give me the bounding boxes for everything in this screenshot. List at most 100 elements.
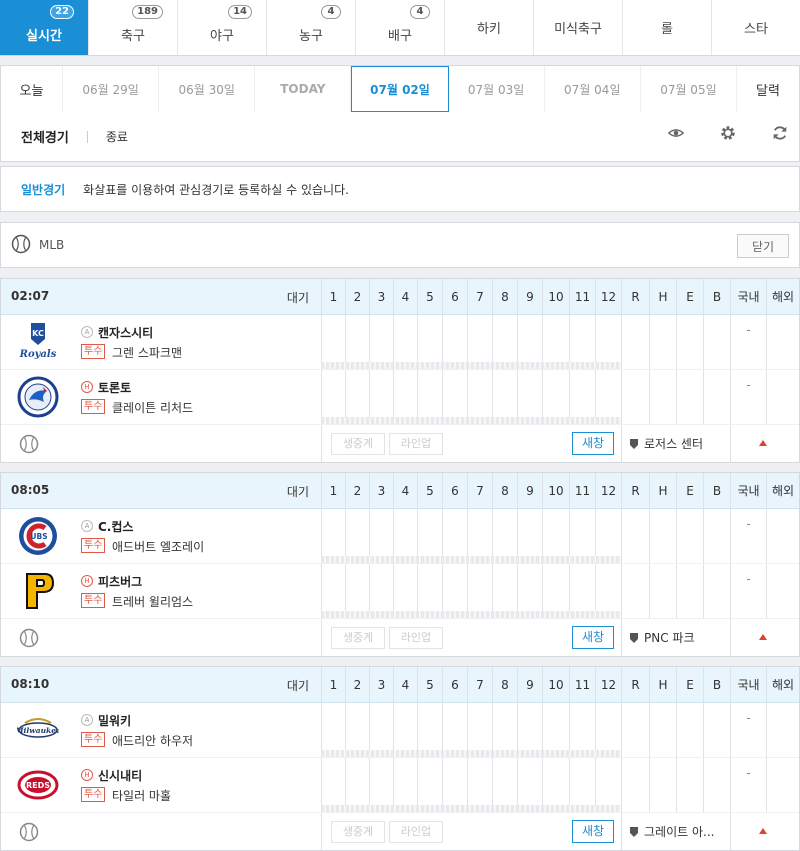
date-item[interactable]: 07월 03일 — [449, 66, 545, 112]
divider — [621, 619, 622, 656]
score-cell — [417, 370, 442, 424]
column-header: 2 — [345, 667, 369, 702]
divider — [730, 619, 731, 656]
score-cell — [569, 509, 595, 563]
column-header: 국내 — [730, 279, 766, 314]
column-header: 2 — [345, 279, 369, 314]
score-cell — [676, 703, 703, 757]
score-cell — [345, 315, 369, 369]
score-cell — [345, 703, 369, 757]
favorite-arrow-icon[interactable] — [759, 440, 767, 446]
tab-baseball[interactable]: 14 야구 — [178, 0, 267, 55]
lineup-button[interactable]: 라인업 — [389, 433, 443, 455]
score-cell — [417, 315, 442, 369]
score-cell — [542, 509, 569, 563]
filter-ended-games[interactable]: 종료 — [106, 128, 128, 145]
calendar-button[interactable]: 달력 — [737, 66, 799, 112]
score-cell — [345, 758, 369, 812]
favorite-arrow-icon[interactable] — [759, 828, 767, 834]
score-cell — [595, 703, 621, 757]
tab-starcraft[interactable]: 스타 — [712, 0, 800, 55]
tab-basketball[interactable]: 4 농구 — [267, 0, 356, 55]
bluejays-logo-icon — [17, 376, 59, 418]
broadcast-button[interactable]: 생중계 — [331, 821, 385, 843]
svg-text:KC: KC — [32, 329, 44, 338]
team-name: 토론토 — [98, 381, 132, 395]
favorite-arrow-icon[interactable] — [759, 634, 767, 640]
column-header: 7 — [467, 473, 492, 508]
away-team-row: Milwaukee A 밀워키 투수 애드리안 하우저 - — [1, 703, 799, 758]
team-name: 신시내티 — [98, 769, 143, 783]
score-cell — [569, 758, 595, 812]
score-cell — [321, 703, 345, 757]
tab-live[interactable]: 22 실시간 — [0, 0, 89, 55]
date-item[interactable]: 06월 29일 — [63, 66, 160, 112]
tab-label: 축구 — [121, 29, 145, 44]
pitcher-name: 애드버트 엘조레이 — [112, 540, 205, 554]
date-item-today[interactable]: TODAY — [255, 66, 352, 112]
brewers-logo-icon: Milwaukee — [14, 709, 61, 751]
team-name: 밀워키 — [98, 714, 132, 728]
score-cell — [766, 703, 799, 757]
score-cell — [595, 564, 621, 618]
score-cell — [345, 370, 369, 424]
tab-football[interactable]: 미식축구 — [534, 0, 623, 55]
tab-soccer[interactable]: 189 축구 — [89, 0, 178, 55]
date-item[interactable]: 07월 04일 — [545, 66, 641, 112]
date-today-button[interactable]: 오늘 — [1, 66, 63, 112]
new-window-button[interactable]: 새창 — [572, 626, 614, 649]
score-cell — [621, 564, 649, 618]
score-cell — [595, 315, 621, 369]
tab-label: 스타 — [744, 22, 768, 37]
tab-label: 농구 — [299, 29, 323, 44]
close-league-button[interactable]: 닫기 — [737, 234, 789, 258]
tab-lol[interactable]: 롤 — [623, 0, 712, 55]
team-name: 캔자스시티 — [98, 326, 154, 340]
stadium-name: PNC 파크 — [644, 631, 695, 645]
divider — [621, 813, 622, 850]
date-item[interactable]: 06월 30일 — [159, 66, 256, 112]
pitcher-badge: 투수 — [81, 399, 106, 414]
lineup-button[interactable]: 라인업 — [389, 821, 443, 843]
new-window-button[interactable]: 새창 — [572, 820, 614, 843]
new-window-button[interactable]: 새창 — [572, 432, 614, 455]
column-header: 2 — [345, 473, 369, 508]
broadcast-button[interactable]: 생중계 — [331, 627, 385, 649]
tab-volleyball[interactable]: 4 배구 — [356, 0, 445, 55]
tab-label: 배구 — [388, 29, 412, 44]
divider — [730, 813, 731, 850]
game-footer: 생중계 라인업 새창 로저스 센터 — [1, 425, 799, 462]
location-pin-icon — [629, 826, 639, 838]
eye-icon[interactable] — [667, 124, 685, 142]
refresh-icon[interactable] — [771, 124, 789, 142]
column-header: 1 — [321, 473, 345, 508]
date-item-selected[interactable]: 07월 02일 — [351, 66, 449, 112]
stadium-name: 그레이트 아... — [644, 825, 715, 839]
score-cell — [676, 509, 703, 563]
stadium-name: 로저스 센터 — [644, 437, 704, 451]
column-header: 7 — [467, 279, 492, 314]
column-header: 4 — [393, 473, 417, 508]
date-item[interactable]: 07월 05일 — [641, 66, 737, 112]
stadium-info: 로저스 센터 — [629, 435, 703, 452]
score-cell — [442, 509, 467, 563]
broadcast-button[interactable]: 생중계 — [331, 433, 385, 455]
game-status: 대기 — [286, 291, 309, 305]
tab-hockey[interactable]: 하키 — [445, 0, 534, 55]
score-cell — [766, 564, 799, 618]
baseball-icon — [19, 628, 39, 648]
score-cell — [369, 703, 393, 757]
score-cell — [492, 703, 517, 757]
gear-icon[interactable] — [719, 124, 737, 142]
score-cell — [649, 564, 676, 618]
column-header: 11 — [569, 473, 595, 508]
column-header: E — [676, 667, 703, 702]
filter-all-games[interactable]: 전체경기 — [21, 127, 69, 146]
score-cell — [621, 703, 649, 757]
score-cell — [492, 370, 517, 424]
game-status: 대기 — [286, 485, 309, 499]
pitcher-name: 그렌 스파크맨 — [112, 346, 183, 360]
score-cell — [321, 370, 345, 424]
tab-badge: 22 — [50, 5, 74, 19]
lineup-button[interactable]: 라인업 — [389, 627, 443, 649]
